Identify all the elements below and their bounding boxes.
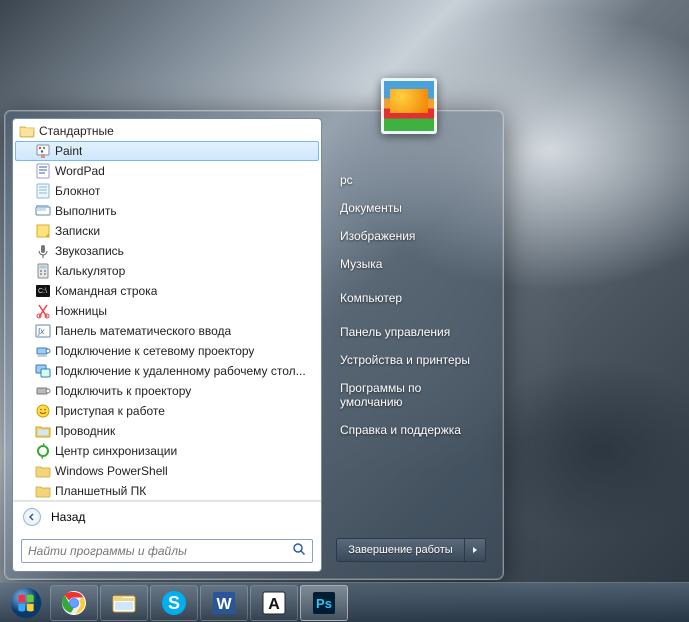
right-panel-link[interactable]: Изображения: [336, 222, 486, 250]
program-label: Paint: [55, 144, 82, 158]
taskbar-explorer-button[interactable]: [100, 585, 148, 621]
program-label: Блокнот: [55, 184, 100, 198]
sticky-icon: [35, 223, 51, 239]
program-item[interactable]: WordPad: [15, 161, 319, 181]
program-folder[interactable]: Планшетный ПК: [15, 481, 319, 498]
back-button[interactable]: Назад: [13, 501, 321, 531]
search-box[interactable]: [21, 539, 313, 563]
right-panel-link[interactable]: Устройства и принтеры: [336, 346, 486, 374]
program-item[interactable]: Записки: [15, 221, 319, 241]
program-label: Панель математического ввода: [55, 324, 231, 338]
start-menu-left-panel: Стандартные Paint WordPad Блокнот Выполнить…: [12, 118, 322, 572]
user-name-link[interactable]: pc: [336, 166, 486, 194]
program-item[interactable]: Калькулятор: [15, 261, 319, 281]
right-panel-link[interactable]: Программы по умолчанию: [336, 374, 486, 416]
program-item[interactable]: Paint: [15, 141, 319, 161]
taskbar-generic-a-button[interactable]: [250, 585, 298, 621]
program-label: Приступая к работе: [55, 404, 165, 418]
right-panel-link[interactable]: Справка и поддержка: [336, 416, 486, 444]
back-arrow-icon: [23, 508, 41, 526]
right-panel-link[interactable]: Музыка: [336, 250, 486, 278]
program-folder-open[interactable]: Стандартные: [15, 121, 319, 141]
program-label: Записки: [55, 224, 100, 238]
shutdown-label: Завершение работы: [348, 544, 452, 556]
wordpad-icon: [35, 163, 51, 179]
program-label: Ножницы: [55, 304, 107, 318]
run-icon: [35, 203, 51, 219]
program-label: Калькулятор: [55, 264, 125, 278]
start-menu: Стандартные Paint WordPad Блокнот Выполнить…: [4, 110, 504, 580]
windows-logo-icon: [9, 586, 43, 620]
program-item[interactable]: Проводник: [15, 421, 319, 441]
program-item[interactable]: Центр синхронизации: [15, 441, 319, 461]
sync-icon: [35, 443, 51, 459]
program-label: Подключение к сетевому проектору: [55, 344, 254, 358]
taskbar-skype-button[interactable]: [150, 585, 198, 621]
folder-open-icon: [19, 123, 35, 139]
program-item[interactable]: Подключение к удаленному рабочему стол..…: [15, 361, 319, 381]
program-item[interactable]: Звукозапись: [15, 241, 319, 261]
program-label: Звукозапись: [55, 244, 124, 258]
welcome-icon: [35, 403, 51, 419]
start-button[interactable]: [4, 585, 48, 621]
generic-a-icon: [261, 590, 287, 616]
search-icon: [292, 542, 306, 561]
program-folder-label: Стандартные: [39, 124, 114, 138]
explorer-icon: [111, 590, 137, 616]
program-label: Подключить к проектору: [55, 384, 191, 398]
taskbar-chrome-button[interactable]: [50, 585, 98, 621]
calc-icon: [35, 263, 51, 279]
program-label: Проводник: [55, 424, 115, 438]
soundrec-icon: [35, 243, 51, 259]
right-panel-link[interactable]: Документы: [336, 194, 486, 222]
photoshop-icon: [311, 590, 337, 616]
folder-icon: [35, 463, 51, 479]
program-item[interactable]: Командная строка: [15, 281, 319, 301]
explorer-icon: [35, 423, 51, 439]
start-menu-right-panel: pc ДокументыИзображенияМузыка Компьютер Па…: [322, 118, 496, 572]
taskbar-photoshop-button[interactable]: [300, 585, 348, 621]
program-label: WordPad: [55, 164, 105, 178]
program-item[interactable]: Ножницы: [15, 301, 319, 321]
program-item[interactable]: Выполнить: [15, 201, 319, 221]
shutdown-button[interactable]: Завершение работы: [336, 538, 464, 562]
program-label: Центр синхронизации: [55, 444, 177, 458]
program-folder[interactable]: Windows PowerShell: [15, 461, 319, 481]
chrome-icon: [61, 590, 87, 616]
program-label: Командная строка: [55, 284, 157, 298]
rdp-icon: [35, 363, 51, 379]
user-picture[interactable]: [381, 78, 437, 134]
programs-list: Стандартные Paint WordPad Блокнот Выполнить…: [13, 119, 321, 501]
program-item[interactable]: Подключение к сетевому проектору: [15, 341, 319, 361]
program-label: Выполнить: [55, 204, 117, 218]
mathinput-icon: [35, 323, 51, 339]
snip-icon: [35, 303, 51, 319]
paint-icon: [35, 143, 51, 159]
program-label: Подключение к удаленному рабочему стол..…: [55, 364, 306, 378]
netproj-icon: [35, 343, 51, 359]
program-label: Windows PowerShell: [55, 464, 168, 478]
program-item[interactable]: Панель математического ввода: [15, 321, 319, 341]
back-label: Назад: [51, 510, 85, 524]
notepad-icon: [35, 183, 51, 199]
search-area: [13, 531, 321, 571]
skype-icon: [161, 590, 187, 616]
program-item[interactable]: Приступая к работе: [15, 401, 319, 421]
program-item[interactable]: Блокнот: [15, 181, 319, 201]
folder-icon: [35, 483, 51, 498]
taskbar: [0, 582, 689, 622]
program-item[interactable]: Подключить к проектору: [15, 381, 319, 401]
word-icon: [211, 590, 237, 616]
shutdown-options-button[interactable]: [464, 538, 486, 562]
cmd-icon: [35, 283, 51, 299]
shutdown-area: Завершение работы: [336, 538, 486, 562]
taskbar-word-button[interactable]: [200, 585, 248, 621]
programs-scroll[interactable]: Стандартные Paint WordPad Блокнот Выполнить…: [15, 121, 319, 498]
right-panel-link[interactable]: Панель управления: [336, 318, 486, 346]
projector-icon: [35, 383, 51, 399]
program-label: Планшетный ПК: [55, 484, 146, 498]
right-panel-link[interactable]: Компьютер: [336, 284, 486, 312]
search-input[interactable]: [28, 544, 292, 558]
